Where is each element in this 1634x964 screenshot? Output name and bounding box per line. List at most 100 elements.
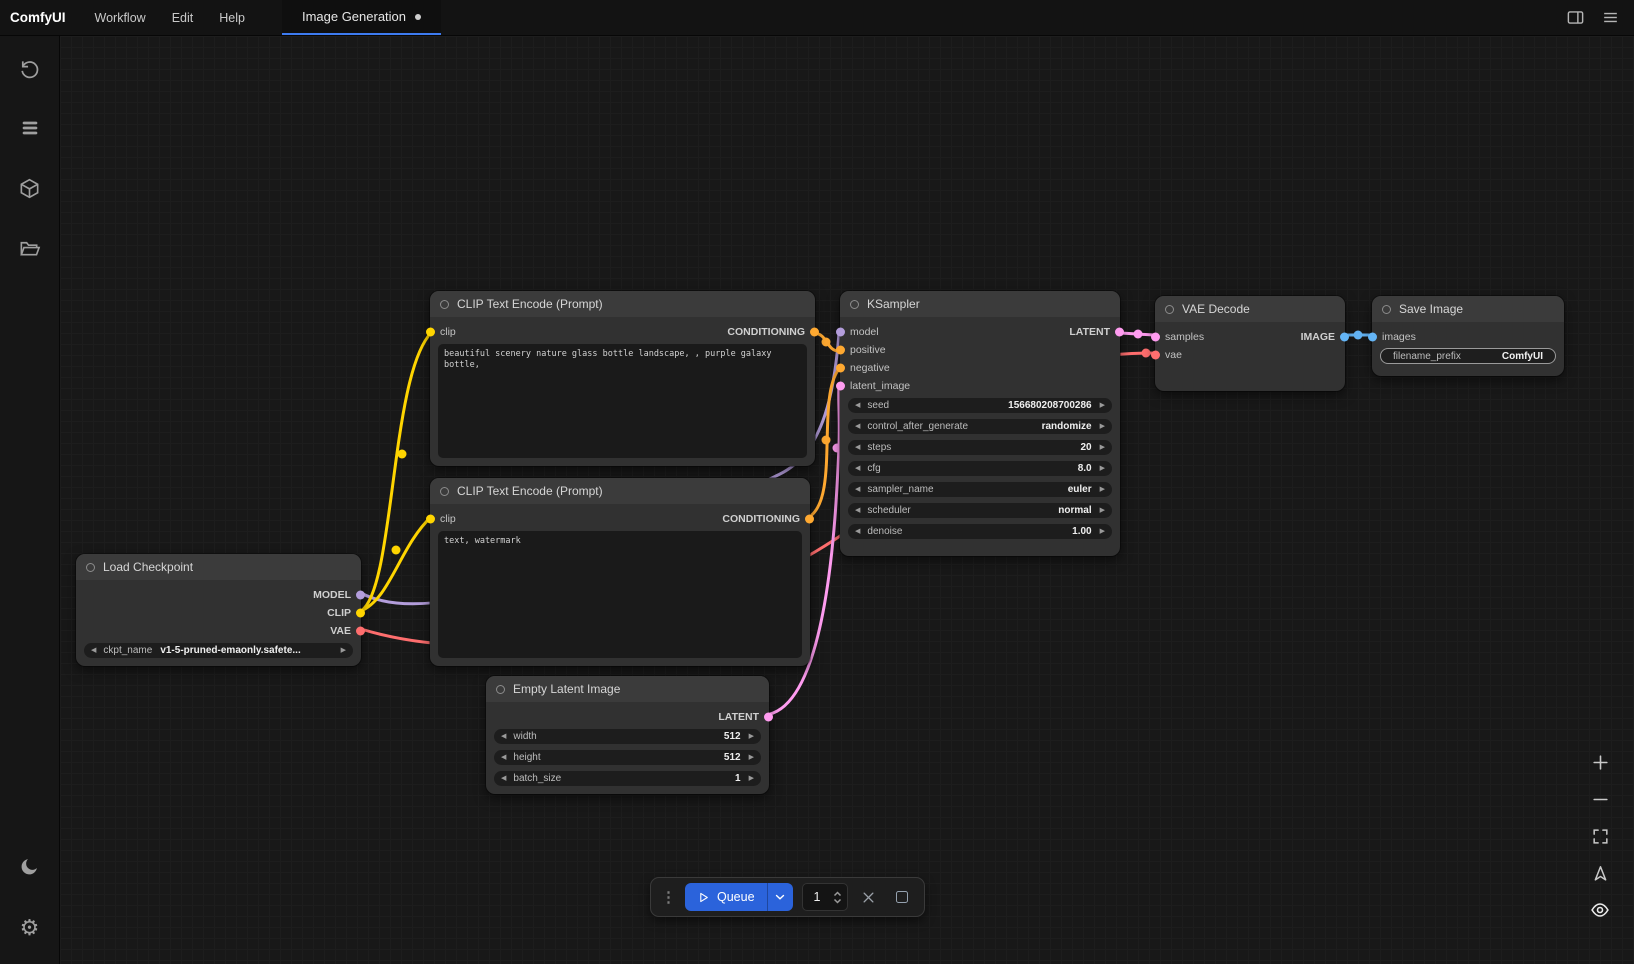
next-value-arrow-icon[interactable]: ▶ xyxy=(1100,486,1105,493)
queue-sidebar-button[interactable] xyxy=(10,110,50,150)
node-header[interactable]: Load Checkpoint xyxy=(76,554,361,580)
port-clip-input[interactable] xyxy=(426,328,435,337)
collapse-dot[interactable] xyxy=(850,300,859,309)
node-clip-text-encode-positive[interactable]: CLIP Text Encode (Prompt) clip CONDITION… xyxy=(430,291,815,466)
port-latent-output[interactable] xyxy=(764,713,773,722)
next-value-arrow-icon[interactable]: ▶ xyxy=(1100,507,1105,514)
port-vae-output[interactable] xyxy=(356,627,365,636)
decrement-arrow-icon[interactable]: ◀ xyxy=(501,733,506,740)
hamburger-menu-icon[interactable] xyxy=(1601,8,1620,27)
drag-handle-icon[interactable]: ⋮ xyxy=(661,890,676,905)
model-library-button[interactable] xyxy=(10,170,50,210)
widget-batch-size[interactable]: ◀ batch_size 1 ▶ xyxy=(494,771,761,786)
panel-toggle-icon[interactable] xyxy=(1566,8,1585,27)
port-clip-input[interactable] xyxy=(426,515,435,524)
theme-toggle-button[interactable] xyxy=(10,848,50,888)
collapse-dot[interactable] xyxy=(1165,305,1174,314)
node-empty-latent-image[interactable]: Empty Latent Image LATENT ◀ width 512 ▶ … xyxy=(486,676,769,794)
decrement-arrow-icon[interactable]: ◀ xyxy=(855,528,860,535)
port-vae-input[interactable] xyxy=(1151,351,1160,360)
decrement-arrow-icon[interactable]: ◀ xyxy=(501,775,506,782)
menu-help[interactable]: Help xyxy=(206,0,258,35)
prompt-textarea[interactable]: beautiful scenery nature glass bottle la… xyxy=(438,344,807,458)
widget-width[interactable]: ◀ width 512 ▶ xyxy=(494,729,761,744)
queue-options-button[interactable] xyxy=(767,883,793,911)
decrement-arrow-icon[interactable]: ◀ xyxy=(855,423,860,430)
port-image-output[interactable] xyxy=(1340,333,1349,342)
port-latent-output[interactable] xyxy=(1115,328,1124,337)
workflows-folder-button[interactable] xyxy=(10,230,50,270)
workflow-history-button[interactable] xyxy=(10,50,50,90)
fit-view-button[interactable] xyxy=(1588,824,1612,848)
node-header[interactable]: KSampler xyxy=(840,291,1120,317)
collapse-dot[interactable] xyxy=(440,487,449,496)
widget-filename-prefix[interactable]: filename_prefix ComfyUI xyxy=(1380,348,1556,364)
node-load-checkpoint[interactable]: Load Checkpoint MODEL CLIP VAE ◀ ckpt_na xyxy=(76,554,361,666)
widget-ckpt-name[interactable]: ◀ ckpt_name v1-5-pruned-emaonly.safete..… xyxy=(84,643,353,658)
port-model-output[interactable] xyxy=(356,591,365,600)
decrement-arrow-icon[interactable]: ◀ xyxy=(855,402,860,409)
increment-arrow-icon[interactable]: ▶ xyxy=(1100,528,1105,535)
increment-arrow-icon[interactable]: ▶ xyxy=(1100,423,1105,430)
node-ksampler[interactable]: KSampler model LATENT positive negative xyxy=(840,291,1120,556)
port-images-input[interactable] xyxy=(1368,333,1377,342)
increment-arrow-icon[interactable]: ▶ xyxy=(1100,444,1105,451)
port-conditioning-output[interactable] xyxy=(805,515,814,524)
prompt-textarea[interactable]: text, watermark xyxy=(438,531,802,658)
clear-queue-button[interactable] xyxy=(857,885,881,909)
node-vae-decode[interactable]: VAE Decode samples IMAGE vae xyxy=(1155,296,1345,391)
node-canvas[interactable]: Load Checkpoint MODEL CLIP VAE ◀ ckpt_na xyxy=(60,36,1634,964)
tab-image-generation[interactable]: Image Generation xyxy=(282,0,441,35)
prev-value-arrow-icon[interactable]: ◀ xyxy=(91,647,96,654)
menu-edit[interactable]: Edit xyxy=(159,0,207,35)
widget-cfg[interactable]: ◀ cfg 8.0 ▶ xyxy=(848,461,1112,476)
decrement-arrow-icon[interactable]: ◀ xyxy=(855,507,860,514)
collapse-dot[interactable] xyxy=(496,685,505,694)
zoom-in-button[interactable] xyxy=(1588,750,1612,774)
widget-control-after-generate[interactable]: ◀ control_after_generate randomize ▶ xyxy=(848,419,1112,434)
widget-denoise[interactable]: ◀ denoise 1.00 ▶ xyxy=(848,524,1112,539)
menu-workflow[interactable]: Workflow xyxy=(82,0,159,35)
decrement-arrow-icon[interactable]: ◀ xyxy=(855,486,860,493)
increment-arrow-icon[interactable]: ▶ xyxy=(749,754,754,761)
node-header[interactable]: Empty Latent Image xyxy=(486,676,769,702)
port-model-input[interactable] xyxy=(836,328,845,337)
widget-scheduler[interactable]: ◀ scheduler normal ▶ xyxy=(848,503,1112,518)
increment-arrow-icon[interactable]: ▶ xyxy=(1100,402,1105,409)
node-header[interactable]: CLIP Text Encode (Prompt) xyxy=(430,291,815,317)
increment-arrow-icon[interactable]: ▶ xyxy=(749,733,754,740)
widget-steps[interactable]: ◀ steps 20 ▶ xyxy=(848,440,1112,455)
port-samples-input[interactable] xyxy=(1151,333,1160,342)
node-header[interactable]: VAE Decode xyxy=(1155,296,1345,322)
increment-arrow-icon[interactable]: ▶ xyxy=(1100,465,1105,472)
collapse-dot[interactable] xyxy=(1382,305,1391,314)
node-clip-text-encode-negative[interactable]: CLIP Text Encode (Prompt) clip CONDITION… xyxy=(430,478,810,666)
node-header[interactable]: CLIP Text Encode (Prompt) xyxy=(430,478,810,504)
collapse-dot[interactable] xyxy=(440,300,449,309)
port-positive-input[interactable] xyxy=(836,346,845,355)
decrement-arrow-icon[interactable]: ◀ xyxy=(855,444,860,451)
pointer-mode-button[interactable] xyxy=(1588,861,1612,885)
stepper-up-icon[interactable] xyxy=(833,891,842,897)
port-clip-output[interactable] xyxy=(356,609,365,618)
increment-arrow-icon[interactable]: ▶ xyxy=(749,775,754,782)
widget-sampler-name[interactable]: ◀ sampler_name euler ▶ xyxy=(848,482,1112,497)
node-header[interactable]: Save Image xyxy=(1372,296,1564,322)
decrement-arrow-icon[interactable]: ◀ xyxy=(855,465,860,472)
port-latent-image-input[interactable] xyxy=(836,382,845,391)
next-value-arrow-icon[interactable]: ▶ xyxy=(341,647,346,654)
toggle-visibility-button[interactable] xyxy=(1588,898,1612,922)
stop-button[interactable] xyxy=(890,885,914,909)
decrement-arrow-icon[interactable]: ◀ xyxy=(501,754,506,761)
queue-button[interactable]: Queue xyxy=(685,883,767,911)
widget-height[interactable]: ◀ height 512 ▶ xyxy=(494,750,761,765)
batch-count-stepper[interactable]: 1 xyxy=(802,883,848,911)
port-conditioning-output[interactable] xyxy=(810,328,819,337)
port-negative-input[interactable] xyxy=(836,364,845,373)
stepper-down-icon[interactable] xyxy=(833,898,842,904)
settings-button[interactable]: ⚙ xyxy=(10,908,50,948)
widget-seed[interactable]: ◀ seed 156680208700286 ▶ xyxy=(848,398,1112,413)
node-save-image[interactable]: Save Image images filename_prefix ComfyU… xyxy=(1372,296,1564,376)
zoom-out-button[interactable] xyxy=(1588,787,1612,811)
collapse-dot[interactable] xyxy=(86,563,95,572)
